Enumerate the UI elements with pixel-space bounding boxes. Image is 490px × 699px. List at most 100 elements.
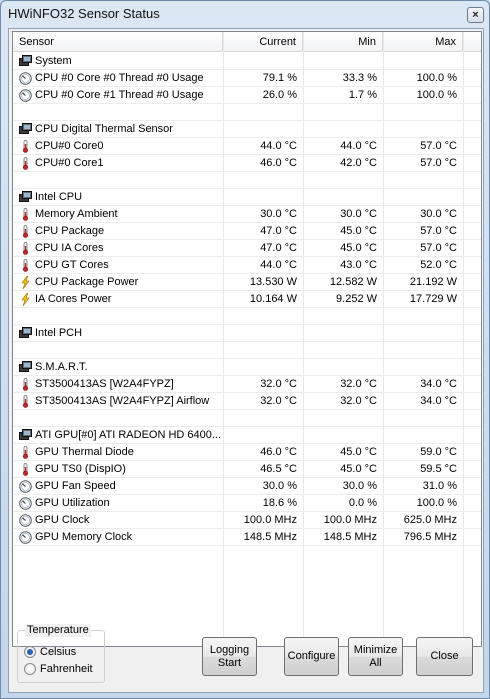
sensor-name: Memory Ambient xyxy=(35,208,118,220)
min-value: 30.0 % xyxy=(342,480,377,492)
current-value: 44.0 °C xyxy=(260,259,297,271)
list-header: Sensor Current Min Max xyxy=(13,32,481,52)
celsius-label[interactable]: Celsius xyxy=(40,646,76,659)
sensor-row[interactable]: CPU #0 Core #1 Thread #0 Usage 26.0 % 1.7 … xyxy=(13,87,481,104)
sensor-name: CPU GT Cores xyxy=(35,259,109,271)
sensor-name: ST3500413AS [W2A4FYPZ] xyxy=(35,378,174,390)
max-value: 21.192 W xyxy=(409,276,457,288)
sensor-row[interactable]: CPU IA Cores 47.0 °C 45.0 °C 57.0 °C xyxy=(13,240,481,257)
thermometer-icon xyxy=(19,446,32,459)
sensor-group-icon xyxy=(19,123,32,136)
blank-row xyxy=(13,172,481,189)
close-window-icon[interactable]: × xyxy=(467,7,484,23)
min-value: 0.0 % xyxy=(348,497,377,509)
sensor-group-icon xyxy=(19,327,32,340)
sensor-row[interactable]: CPU Package 47.0 °C 45.0 °C 57.0 °C xyxy=(13,223,481,240)
sensor-list[interactable]: Sensor Current Min Max System CPU #0 Core… xyxy=(12,31,482,647)
sensor-name: ATI GPU[#0] ATI RADEON HD 6400... xyxy=(35,429,222,441)
min-value: 148.5 MHz xyxy=(323,531,377,543)
max-value: 30.0 °C xyxy=(420,208,457,220)
sensor-row[interactable]: CPU#0 Core1 46.0 °C 42.0 °C 57.0 °C xyxy=(13,155,481,172)
max-value: 57.0 °C xyxy=(420,157,457,169)
lightning-icon xyxy=(19,292,32,307)
sensor-group-row[interactable]: Intel PCH xyxy=(13,325,481,342)
max-value: 57.0 °C xyxy=(420,225,457,237)
sensor-row[interactable]: GPU Fan Speed 30.0 % 30.0 % 31.0 % xyxy=(13,478,481,495)
min-value: 1.7 % xyxy=(348,89,377,101)
sensor-row[interactable]: CPU#0 Core0 44.0 °C 44.0 °C 57.0 °C xyxy=(13,138,481,155)
max-value: 57.0 °C xyxy=(420,140,457,152)
max-value: 52.0 °C xyxy=(420,259,457,271)
sensor-name: CPU#0 Core1 xyxy=(35,157,104,169)
sensor-row[interactable]: CPU GT Cores 44.0 °C 43.0 °C 52.0 °C xyxy=(13,257,481,274)
max-value: 34.0 °C xyxy=(420,378,457,390)
sensor-name: IA Cores Power xyxy=(35,293,112,305)
blank-row xyxy=(13,410,481,427)
sensor-row[interactable]: GPU Utilization 18.6 % 0.0 % 100.0 % xyxy=(13,495,481,512)
max-value: 625.0 MHz xyxy=(403,514,457,526)
close-button[interactable]: Close xyxy=(416,637,473,676)
sensor-group-row[interactable]: Intel CPU xyxy=(13,189,481,206)
column-header-sensor[interactable]: Sensor xyxy=(13,32,223,52)
sensor-row[interactable]: GPU Clock 100.0 MHz 100.0 MHz 625.0 MHz xyxy=(13,512,481,529)
current-value: 100.0 MHz xyxy=(243,514,297,526)
min-value: 45.0 °C xyxy=(340,225,377,237)
sensor-row[interactable]: ST3500413AS [W2A4FYPZ] 32.0 °C 32.0 °C 34.0… xyxy=(13,376,481,393)
sensor-group-row[interactable]: ATI GPU[#0] ATI RADEON HD 6400... xyxy=(13,427,481,444)
sensor-group-icon xyxy=(19,429,32,442)
minimize-all-button[interactable]: Minimize All xyxy=(348,637,403,676)
sensor-row[interactable]: CPU Package Power 13.530 W 12.582 W 21.192 … xyxy=(13,274,481,291)
min-value: 43.0 °C xyxy=(340,259,377,271)
temperature-group: Temperature Celsius Fahrenheit xyxy=(17,624,105,683)
sensor-row[interactable]: GPU TS0 (DispIO) 46.5 °C 45.0 °C 59.5 °C xyxy=(13,461,481,478)
min-value: 45.0 °C xyxy=(340,463,377,475)
sensor-name: ST3500413AS [W2A4FYPZ] Airflow xyxy=(35,395,210,407)
gauge-icon xyxy=(19,497,32,510)
sensor-row[interactable]: GPU Memory Clock 148.5 MHz 148.5 MHz 796.5 … xyxy=(13,529,481,546)
sensor-name: S.M.A.R.T. xyxy=(35,361,88,373)
gauge-icon xyxy=(19,514,32,527)
thermometer-icon xyxy=(19,140,32,153)
logging-start-button[interactable]: Logging Start xyxy=(202,637,257,676)
thermometer-icon xyxy=(19,225,32,238)
sensor-row[interactable]: GPU Thermal Diode 46.0 °C 45.0 °C 59.0 °C xyxy=(13,444,481,461)
sensor-row[interactable]: IA Cores Power 10.164 W 9.252 W 17.729 W xyxy=(13,291,481,308)
column-header-min[interactable]: Min xyxy=(303,32,383,52)
lightning-icon xyxy=(19,275,32,290)
sensor-name: GPU Fan Speed xyxy=(35,480,116,492)
min-value: 45.0 °C xyxy=(340,446,377,458)
sensor-group-row[interactable]: System xyxy=(13,53,481,70)
sensor-row[interactable]: Memory Ambient 30.0 °C 30.0 °C 30.0 °C xyxy=(13,206,481,223)
thermometer-icon xyxy=(19,157,32,170)
sensor-name: CPU #0 Core #1 Thread #0 Usage xyxy=(35,89,204,101)
max-value: 31.0 % xyxy=(422,480,457,492)
fahrenheit-label[interactable]: Fahrenheit xyxy=(40,663,93,676)
sensor-status-window: HWiNFO32 Sensor Status × Sensor Current … xyxy=(0,0,490,699)
sensor-row[interactable]: CPU #0 Core #0 Thread #0 Usage 79.1 % 33.3… xyxy=(13,70,481,87)
sensor-group-row[interactable]: CPU Digital Thermal Sensor xyxy=(13,121,481,138)
fahrenheit-radio[interactable] xyxy=(24,663,36,675)
min-value: 33.3 % xyxy=(342,72,377,84)
sensor-row[interactable]: ST3500413AS [W2A4FYPZ] Airflow 32.0 °C 32.… xyxy=(13,393,481,410)
sensor-name: CPU Package Power xyxy=(35,276,139,288)
current-value: 46.5 °C xyxy=(260,463,297,475)
current-value: 47.0 °C xyxy=(260,242,297,254)
max-value: 17.729 W xyxy=(409,293,457,305)
min-value: 32.0 °C xyxy=(340,378,377,390)
sensor-name: GPU Clock xyxy=(35,514,90,526)
thermometer-icon xyxy=(19,463,32,476)
current-value: 30.0 % xyxy=(262,480,297,492)
max-value: 100.0 % xyxy=(416,497,457,509)
sensor-rows: System CPU #0 Core #0 Thread #0 Usage 79.1… xyxy=(13,53,481,546)
sensor-name: GPU TS0 (DispIO) xyxy=(35,463,126,475)
sensor-group-row[interactable]: S.M.A.R.T. xyxy=(13,359,481,376)
current-value: 148.5 MHz xyxy=(243,531,297,543)
current-value: 30.0 °C xyxy=(260,208,297,220)
column-header-max[interactable]: Max xyxy=(383,32,463,52)
current-value: 13.530 W xyxy=(249,276,297,288)
window-title: HWiNFO32 Sensor Status xyxy=(8,6,160,21)
column-header-current[interactable]: Current xyxy=(223,32,303,52)
min-value: 9.252 W xyxy=(336,293,377,305)
configure-button[interactable]: Configure xyxy=(284,637,339,676)
celsius-radio[interactable] xyxy=(24,646,36,658)
